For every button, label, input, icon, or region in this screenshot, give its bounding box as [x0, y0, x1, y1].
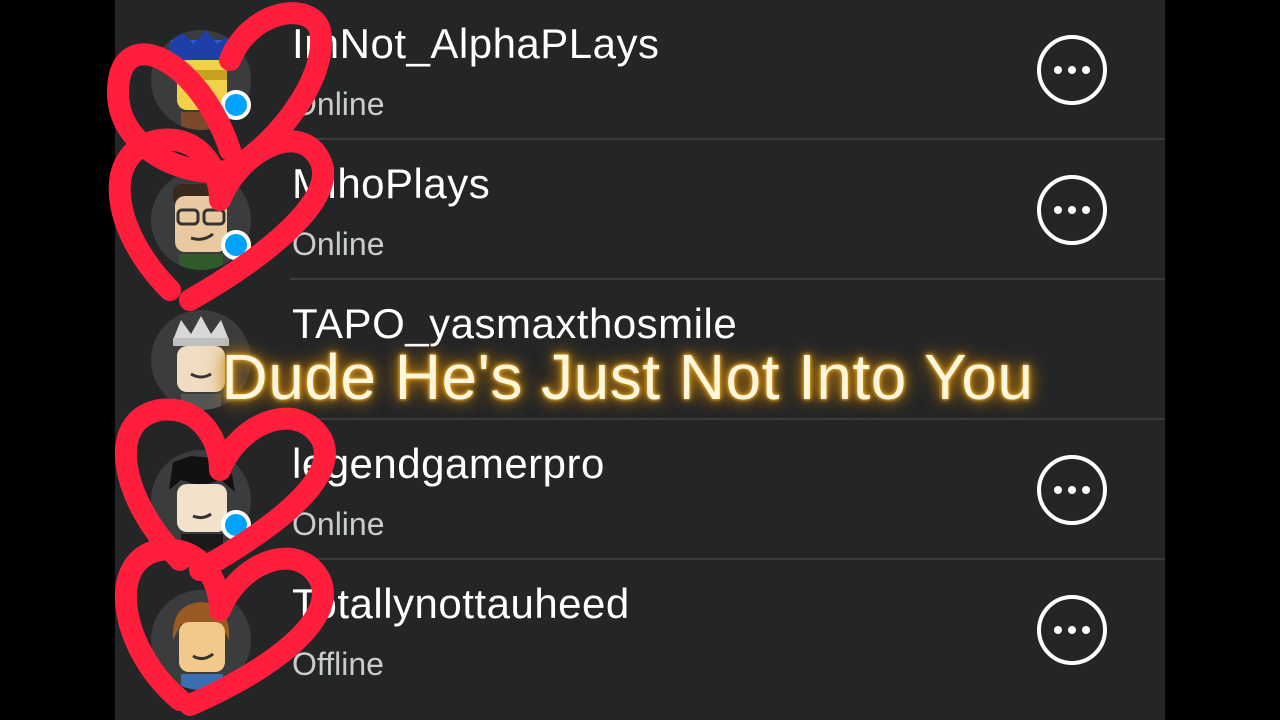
more-options-icon — [1068, 66, 1076, 74]
friend-username[interactable]: ImNot_AlphaPLays — [292, 20, 660, 68]
roblox-avatar-crown-icon — [151, 310, 251, 410]
friend-username[interactable]: MihoPlays — [292, 160, 490, 208]
avatar[interactable] — [151, 450, 251, 550]
more-options-icon — [1082, 626, 1090, 634]
friend-username[interactable]: legendgamerpro — [292, 440, 605, 488]
friend-status: Offline — [292, 646, 384, 682]
friend-row[interactable]: TAPO_yasmaxthosmile — [115, 280, 1165, 420]
friend-username[interactable]: Totallynottauheed — [292, 580, 630, 628]
presence-indicator — [221, 230, 251, 260]
presence-indicator — [221, 510, 251, 540]
avatar[interactable] — [151, 30, 251, 130]
more-options-icon — [1068, 486, 1076, 494]
friend-row[interactable]: MihoPlays Online — [115, 140, 1165, 280]
friend-status: Online — [292, 86, 385, 122]
roblox-avatar-brown-hair-icon — [151, 590, 251, 690]
friend-username[interactable]: TAPO_yasmaxthosmile — [292, 300, 737, 348]
friends-list: ImNot_AlphaPLays Online MihoPlays Online… — [115, 0, 1165, 720]
avatar[interactable] — [151, 310, 251, 410]
friend-row[interactable]: ImNot_AlphaPLays Online — [115, 0, 1165, 140]
avatar[interactable] — [151, 170, 251, 270]
friend-row[interactable]: legendgamerpro Online — [115, 420, 1165, 560]
more-options-icon — [1082, 206, 1090, 214]
presence-indicator — [221, 90, 251, 120]
more-options-icon — [1082, 486, 1090, 494]
more-options-icon — [1068, 626, 1076, 634]
friend-status: Online — [292, 226, 385, 262]
avatar[interactable] — [151, 590, 251, 690]
more-options-button[interactable] — [1037, 595, 1107, 665]
more-options-icon — [1054, 206, 1062, 214]
more-options-button[interactable] — [1037, 35, 1107, 105]
more-options-icon — [1082, 66, 1090, 74]
more-options-icon — [1054, 486, 1062, 494]
more-options-icon — [1054, 66, 1062, 74]
more-options-button[interactable] — [1037, 455, 1107, 525]
more-options-icon — [1068, 206, 1076, 214]
friend-row[interactable]: Totallynottauheed Offline — [115, 560, 1165, 700]
more-options-icon — [1054, 626, 1062, 634]
more-options-button[interactable] — [1037, 175, 1107, 245]
friend-status: Online — [292, 506, 385, 542]
